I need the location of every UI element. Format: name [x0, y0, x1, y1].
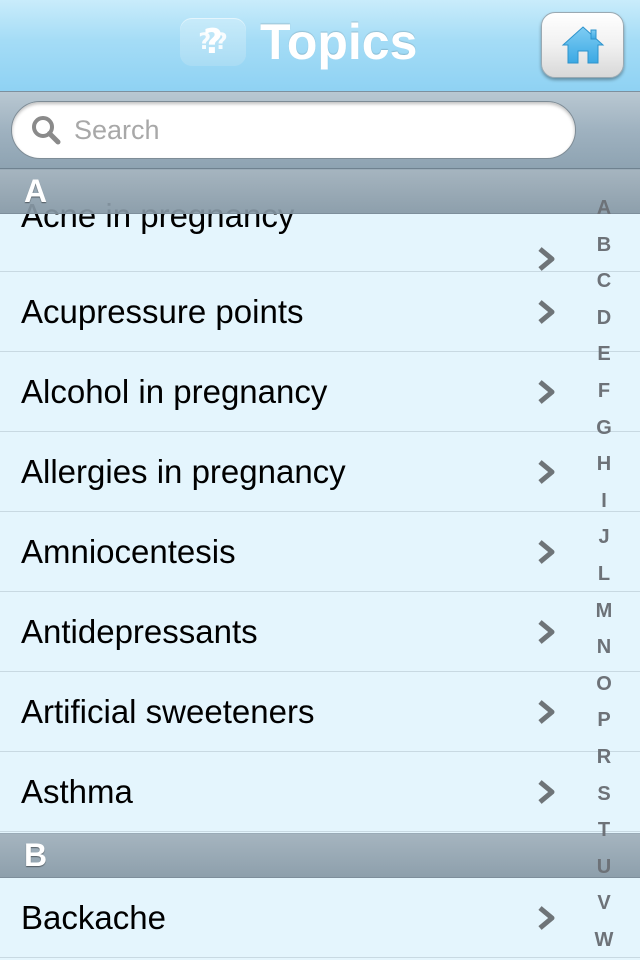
list-item[interactable]: Antidepressants [0, 592, 640, 672]
index-letter[interactable]: S [588, 776, 620, 813]
section-header-b: B [0, 833, 640, 878]
index-letter[interactable]: E [588, 336, 620, 373]
index-letter[interactable]: M [588, 593, 620, 630]
list-item-label: Acupressure points [21, 293, 304, 330]
search-input[interactable] [74, 114, 554, 146]
list-item[interactable]: Asthma [0, 752, 640, 832]
chevron-right-icon [538, 300, 555, 324]
index-letter[interactable]: J [588, 519, 620, 556]
chevron-right-icon [538, 620, 555, 644]
list-item-label: Allergies in pregnancy [21, 453, 346, 490]
index-letter[interactable]: D [588, 300, 620, 337]
title-group: ??? Topics [180, 14, 417, 70]
search-bar [0, 91, 640, 169]
list-item-label: Asthma [21, 773, 133, 810]
search-field[interactable] [11, 101, 576, 159]
chevron-right-icon [538, 700, 555, 724]
index-letter[interactable]: H [588, 446, 620, 483]
list-item[interactable]: Alcohol in pregnancy [0, 352, 640, 432]
chevron-right-icon [538, 380, 555, 404]
index-letter[interactable]: G [588, 410, 620, 447]
list-item-label: Antidepressants [21, 613, 258, 650]
list-item[interactable]: Amniocentesis [0, 512, 640, 592]
home-icon [561, 26, 604, 64]
home-button[interactable] [541, 12, 624, 78]
section-header-a: A [0, 169, 640, 214]
chevron-right-icon [538, 780, 555, 804]
index-letter[interactable]: W [588, 922, 620, 959]
index-letter[interactable]: I [588, 483, 620, 520]
index-letter[interactable]: F [588, 373, 620, 410]
alphabet-index[interactable]: A B C D E F G H I J L M N O P R S T U V … [588, 190, 620, 958]
chevron-right-icon [538, 460, 555, 484]
list-item-label: Artificial sweeteners [21, 693, 315, 730]
navigation-bar: ??? Topics [0, 0, 640, 91]
page-title: Topics [260, 14, 418, 70]
list-item[interactable]: Backache [0, 878, 640, 958]
chevron-right-icon [538, 247, 555, 271]
list-item-label: Backache [21, 899, 166, 936]
magnifier-icon [32, 116, 61, 145]
chevron-right-icon [538, 540, 555, 564]
index-letter[interactable]: O [588, 666, 620, 703]
chevron-right-icon [538, 906, 555, 930]
question-marks-icon: ??? [180, 18, 246, 66]
topics-list: Acne in pregnancy Acupressure points Alc… [0, 169, 640, 960]
list-item[interactable]: Allergies in pregnancy [0, 432, 640, 512]
index-letter[interactable]: T [588, 812, 620, 849]
index-letter[interactable]: B [588, 227, 620, 264]
index-letter[interactable]: R [588, 739, 620, 776]
list-item-label: Amniocentesis [21, 533, 236, 570]
index-letter[interactable]: N [588, 629, 620, 666]
list-item[interactable]: Acupressure points [0, 272, 640, 352]
list-item[interactable]: Artificial sweeteners [0, 672, 640, 752]
index-letter[interactable]: U [588, 849, 620, 886]
index-letter[interactable]: P [588, 702, 620, 739]
index-letter[interactable]: V [588, 885, 620, 922]
index-letter[interactable]: C [588, 263, 620, 300]
list-item-label: Alcohol in pregnancy [21, 373, 328, 410]
index-letter[interactable]: L [588, 556, 620, 593]
index-letter[interactable]: A [588, 190, 620, 227]
